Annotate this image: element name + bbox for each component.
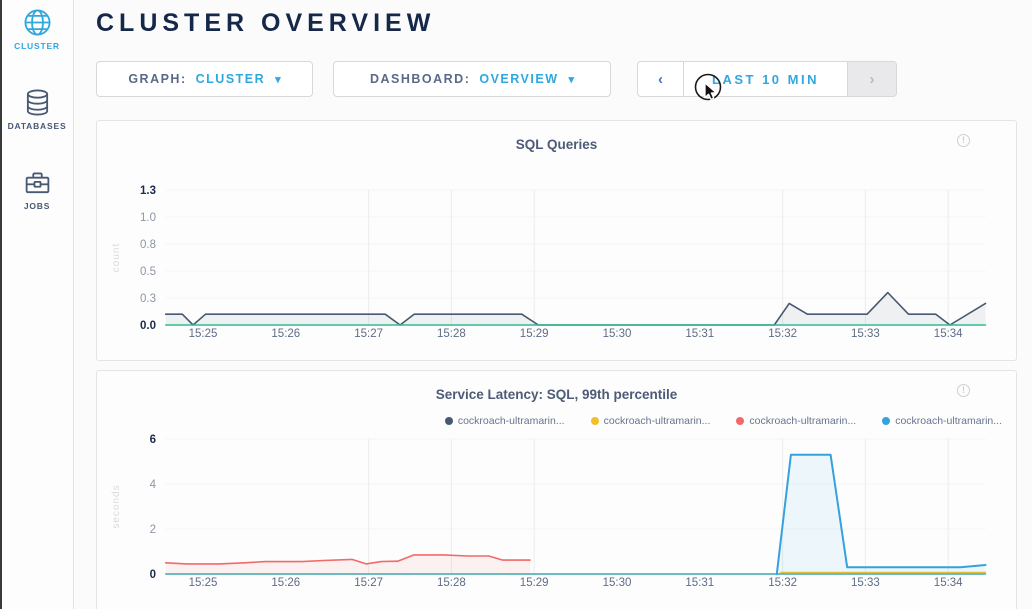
time-range-value[interactable]: LAST 10 MIN — [684, 62, 847, 96]
legend-item[interactable]: cockroach-ultramarin... — [882, 415, 1002, 427]
svg-text:15:34: 15:34 — [934, 577, 963, 589]
svg-text:15:32: 15:32 — [768, 577, 797, 589]
svg-text:0.3: 0.3 — [140, 293, 156, 305]
chart-title: SQL Queries — [97, 137, 1016, 152]
svg-text:0.0: 0.0 — [140, 320, 156, 332]
legend-item[interactable]: cockroach-ultramarin... — [445, 415, 565, 427]
svg-text:seconds: seconds — [111, 484, 122, 528]
legend-item[interactable]: cockroach-ultramarin... — [736, 415, 856, 427]
svg-text:2: 2 — [150, 524, 156, 536]
graph-dropdown-value: CLUSTER — [196, 72, 266, 86]
svg-text:15:27: 15:27 — [354, 577, 383, 589]
svg-text:15:33: 15:33 — [851, 577, 880, 589]
databases-icon — [2, 88, 72, 117]
svg-text:15:30: 15:30 — [603, 577, 632, 589]
svg-text:0.8: 0.8 — [140, 239, 156, 251]
service-latency-chart[interactable]: 0 2 4 6 15:25 15:26 15:27 15:28 15:29 15:30 15:31 1… — [97, 429, 1018, 609]
sql-queries-chart[interactable]: 0.0 0.3 0.5 0.8 1.0 1.3 15:25 15:26 15:27 15:28 15… — [97, 171, 1018, 357]
legend-dot-icon — [445, 417, 453, 425]
svg-text:0.5: 0.5 — [140, 266, 156, 278]
sidebar-item-label: DATABASES — [2, 121, 72, 131]
legend-dot-icon — [736, 417, 744, 425]
sidebar-item-label: JOBS — [2, 201, 72, 211]
dashboard-dropdown[interactable]: DASHBOARD: OVERVIEW ▾ — [333, 61, 611, 97]
svg-text:15:26: 15:26 — [271, 577, 300, 589]
sidebar-item-cluster[interactable]: CLUSTER — [2, 8, 72, 51]
time-next-button[interactable]: › — [847, 62, 896, 96]
svg-text:15:25: 15:25 — [189, 328, 218, 340]
info-icon[interactable]: ! — [957, 134, 970, 147]
chart-title: Service Latency: SQL, 99th percentile — [97, 387, 1016, 402]
jobs-briefcase-icon — [2, 168, 72, 197]
svg-text:15:29: 15:29 — [520, 577, 549, 589]
svg-text:15:30: 15:30 — [603, 328, 632, 340]
svg-text:15:31: 15:31 — [685, 328, 714, 340]
legend-dot-icon — [591, 417, 599, 425]
legend-label: cockroach-ultramarin... — [604, 415, 711, 427]
globe-icon — [2, 8, 72, 37]
svg-text:15:27: 15:27 — [354, 328, 383, 340]
chart-legend: cockroach-ultramarin... cockroach-ultrama… — [445, 415, 1002, 427]
legend-label: cockroach-ultramarin... — [458, 415, 565, 427]
svg-text:1.3: 1.3 — [140, 185, 156, 197]
chevron-left-icon: ‹ — [658, 71, 663, 88]
sidebar-item-databases[interactable]: DATABASES — [2, 88, 72, 131]
legend-label: cockroach-ultramarin... — [749, 415, 856, 427]
graph-dropdown-label: GRAPH: — [128, 72, 186, 86]
svg-text:15:33: 15:33 — [851, 328, 880, 340]
sql-queries-card: SQL Queries ! 0.0 0.3 0.5 0.8 1.0 1.3 15:25 15:… — [96, 120, 1017, 361]
time-prev-button[interactable]: ‹ — [638, 62, 684, 96]
svg-text:15:32: 15:32 — [768, 328, 797, 340]
chevron-down-icon: ▾ — [569, 73, 575, 86]
graph-dropdown[interactable]: GRAPH: CLUSTER ▾ — [96, 61, 313, 97]
svg-text:4: 4 — [150, 479, 157, 491]
chevron-down-icon: ▾ — [275, 73, 281, 86]
svg-text:15:34: 15:34 — [934, 328, 963, 340]
info-icon[interactable]: ! — [957, 384, 970, 397]
legend-label: cockroach-ultramarin... — [895, 415, 1002, 427]
svg-text:15:28: 15:28 — [437, 577, 466, 589]
time-range-selector: ‹ LAST 10 MIN › — [637, 61, 897, 97]
dashboard-dropdown-label: DASHBOARD: — [370, 72, 470, 86]
legend-item[interactable]: cockroach-ultramarin... — [591, 415, 711, 427]
dashboard-dropdown-value: OVERVIEW — [479, 72, 558, 86]
svg-text:6: 6 — [150, 434, 156, 446]
svg-text:15:29: 15:29 — [520, 328, 549, 340]
svg-text:15:25: 15:25 — [189, 577, 218, 589]
sidebar-item-label: CLUSTER — [2, 41, 72, 51]
service-latency-card: Service Latency: SQL, 99th percentile ! … — [96, 370, 1017, 609]
svg-text:0: 0 — [150, 569, 156, 581]
sidebar: CLUSTER DATABASES — [0, 0, 74, 609]
legend-dot-icon — [882, 417, 890, 425]
svg-text:count: count — [111, 243, 122, 272]
svg-text:15:28: 15:28 — [437, 328, 466, 340]
chevron-right-icon: › — [870, 71, 875, 88]
app-window: CLUSTER DATABASES — [0, 0, 1032, 609]
svg-text:1.0: 1.0 — [140, 212, 156, 224]
svg-text:15:26: 15:26 — [271, 328, 300, 340]
sidebar-item-jobs[interactable]: JOBS — [2, 168, 72, 211]
page-title: CLUSTER OVERVIEW — [96, 9, 435, 38]
svg-text:15:31: 15:31 — [685, 577, 714, 589]
